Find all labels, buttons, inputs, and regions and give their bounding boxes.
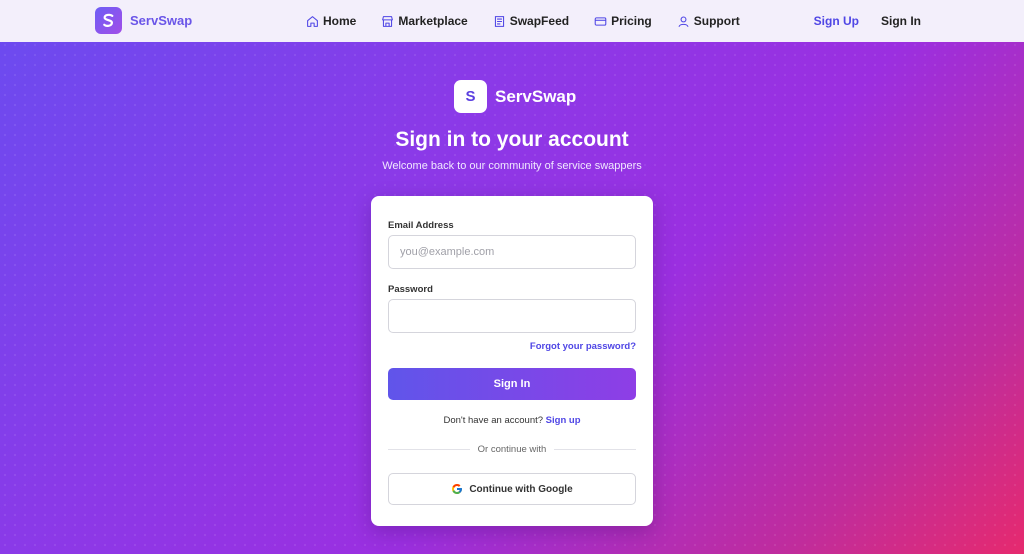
nav-pricing-label: Pricing (611, 14, 652, 28)
home-icon (307, 15, 318, 27)
hero-logo: S ServSwap (454, 80, 576, 113)
credit-card-icon (594, 16, 607, 26)
nav-support-label: Support (693, 14, 740, 28)
nav-signin-link[interactable]: Sign In (881, 14, 921, 28)
newspaper-icon (494, 15, 504, 27)
divider-text: Or continue with (477, 444, 547, 455)
signin-card: Email Address Password Forgot your passw… (371, 196, 653, 526)
email-label: Email Address (388, 220, 454, 231)
nav-marketplace-label: Marketplace (398, 14, 468, 28)
user-icon (678, 16, 689, 27)
google-icon (452, 484, 463, 494)
nav-swapfeed-label: SwapFeed (509, 14, 570, 28)
nav-support[interactable]: Support (677, 14, 740, 28)
hero-logo-mark: S (454, 80, 487, 113)
page-subtitle: Welcome back to our community of service… (382, 160, 642, 172)
nav-swapfeed[interactable]: SwapFeed (493, 14, 569, 28)
brand-link[interactable]: ServSwap (95, 7, 192, 34)
top-navbar: ServSwap Home Marketplace SwapFeed Prici… (0, 0, 1024, 42)
nav-marketplace[interactable]: Marketplace (381, 14, 468, 28)
password-label: Password (388, 284, 433, 295)
divider: Or continue with (388, 444, 636, 455)
nav-links: Home Marketplace SwapFeed Pricing Suppor… (306, 0, 765, 42)
servswap-logo-icon (95, 7, 122, 34)
email-field[interactable] (388, 235, 636, 269)
divider-line-right (554, 449, 636, 450)
brand-name: ServSwap (130, 13, 193, 28)
store-icon (382, 15, 394, 27)
divider-line-left (388, 449, 470, 450)
password-field[interactable] (388, 299, 636, 333)
forgot-password-link[interactable]: Forgot your password? (530, 341, 636, 352)
signup-prompt: Don't have an account? Sign up (371, 415, 653, 426)
nav-home-label: Home (323, 14, 357, 28)
nav-auth-links: Sign Up Sign In (814, 0, 921, 42)
google-signin-button[interactable]: Continue with Google (388, 473, 636, 505)
nav-home[interactable]: Home (306, 14, 356, 28)
page-title: Sign in to your account (395, 128, 629, 151)
signin-button[interactable]: Sign In (388, 368, 636, 400)
hero-brand-name: ServSwap (495, 86, 577, 106)
nav-signup-link[interactable]: Sign Up (814, 14, 859, 28)
no-account-text: Don't have an account? (443, 415, 544, 426)
signup-link[interactable]: Sign up (546, 415, 581, 426)
google-button-label: Continue with Google (469, 483, 573, 495)
nav-pricing[interactable]: Pricing (594, 14, 652, 28)
